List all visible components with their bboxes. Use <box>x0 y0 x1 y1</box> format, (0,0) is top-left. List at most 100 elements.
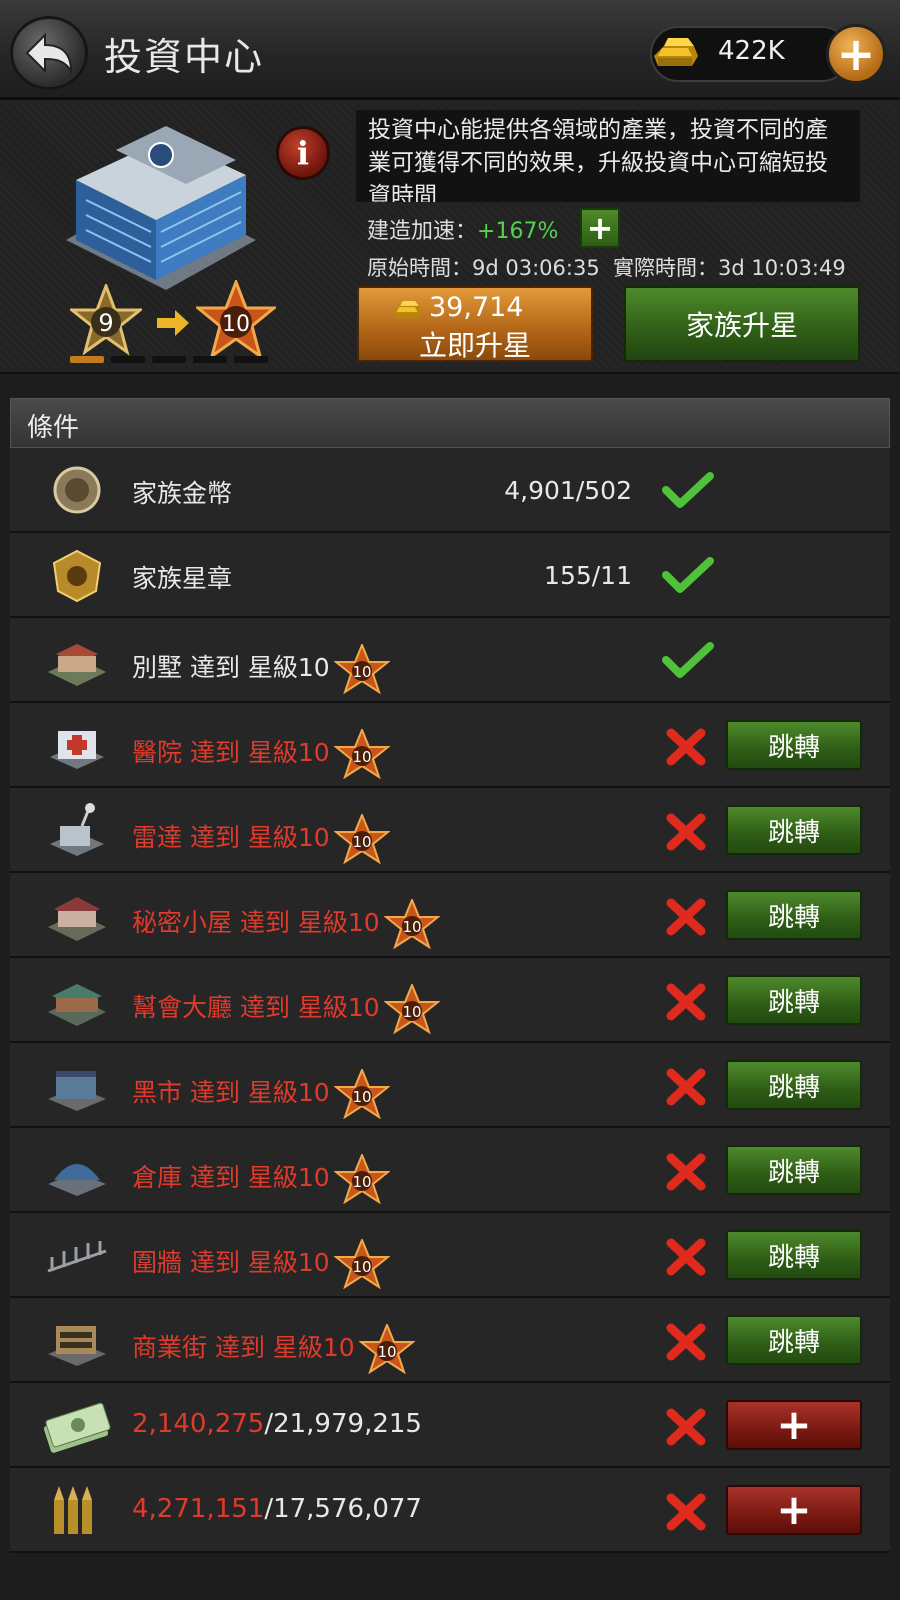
conditions-header: 條件 <box>10 398 890 448</box>
conditions-title: 條件 <box>27 413 80 443</box>
jump-button[interactable]: 跳轉 <box>726 1060 862 1110</box>
condition-name: 別墅 達到 星級10 <box>132 653 330 682</box>
back-button[interactable] <box>10 16 88 90</box>
gold-ingot-icon <box>394 300 422 319</box>
current-star-label: 9 <box>98 309 113 337</box>
condition-label: 家族金幣 <box>132 474 232 510</box>
cross-icon <box>666 728 706 766</box>
condition-label: 家族星章 <box>132 559 232 595</box>
cross-icon <box>666 1153 706 1191</box>
svg-text:10: 10 <box>377 1343 396 1361</box>
info-button[interactable]: i <box>276 126 330 180</box>
condition-count: 4,901/502 <box>504 476 632 505</box>
building-description: 投資中心能提供各領域的產業，投資不同的產業可獲得不同的效果，升級投資中心可縮短投… <box>356 110 860 202</box>
next-star-badge: 10 <box>196 280 276 360</box>
jump-button[interactable]: 跳轉 <box>726 890 862 940</box>
villa-icon <box>48 644 106 686</box>
jump-button[interactable]: 跳轉 <box>726 975 862 1025</box>
resource-current: 2,140,275 <box>132 1409 265 1439</box>
family-upgrade-button[interactable]: 家族升星 <box>624 286 860 362</box>
condition-row: 倉庫 達到 星級10 10 跳轉 <box>10 1128 890 1213</box>
svg-text:10: 10 <box>352 1173 371 1191</box>
build-speed: 建造加速：+167% <box>367 213 558 245</box>
speed-label: 建造加速： <box>367 219 478 244</box>
resource-amount: 2,140,275/21,979,215 <box>132 1409 422 1439</box>
condition-name: 醫院 達到 星級10 <box>132 738 330 767</box>
svg-text:10: 10 <box>352 748 371 766</box>
business-street-icon <box>48 1326 106 1366</box>
condition-row: 家族金幣 4,901/502 <box>10 448 890 533</box>
check-icon <box>662 472 714 508</box>
jump-button[interactable]: 跳轉 <box>726 1315 862 1365</box>
condition-name: 圍牆 達到 星級10 <box>132 1248 330 1277</box>
svg-text:10: 10 <box>352 663 371 681</box>
plus-icon: + <box>586 209 614 247</box>
condition-name: 家族金幣 <box>132 479 233 508</box>
add-speed-button[interactable]: + <box>580 208 620 248</box>
condition-label: 圍牆 達到 星級10 10 <box>132 1239 390 1289</box>
resource-required: /21,979,215 <box>264 1409 422 1439</box>
page-title: 投資中心 <box>104 35 265 79</box>
cross-icon <box>666 1238 706 1276</box>
condition-name: 秘密小屋 達到 星級10 <box>132 908 380 937</box>
condition-row: 黑市 達到 星級10 10 跳轉 <box>10 1043 890 1128</box>
family-coin-icon <box>53 466 101 514</box>
condition-label: 黑市 達到 星級10 10 <box>132 1069 390 1119</box>
star-level-badge: 10 <box>383 984 440 1034</box>
condition-name: 商業街 達到 星級10 <box>132 1333 355 1362</box>
condition-label: 醫院 達到 星級10 10 <box>132 729 390 779</box>
star-level-badge: 10 <box>333 814 390 864</box>
star-level-badge: 10 <box>333 1239 390 1289</box>
condition-row: 雷達 達到 星級10 10 跳轉 <box>10 788 890 873</box>
condition-label: 幫會大廳 達到 星級10 10 <box>132 984 440 1034</box>
condition-count: 155/11 <box>544 561 632 590</box>
arrow-right-icon <box>157 310 189 336</box>
add-gold-button[interactable]: + <box>826 24 886 84</box>
gold-amount: 422K <box>718 36 785 66</box>
upgrade-cost: 39,714 <box>429 292 524 323</box>
time-info: 原始時間：9d 03:06:35 實際時間：3d 10:03:49 <box>367 252 846 282</box>
cross-icon <box>666 813 706 851</box>
condition-label: 雷達 達到 星級10 10 <box>132 814 390 864</box>
investment-center-building-icon <box>66 126 256 290</box>
gold-ingot-icon <box>654 38 698 66</box>
cross-icon <box>666 1068 706 1106</box>
condition-label: 別墅 達到 星級10 10 <box>132 644 390 694</box>
condition-label: 倉庫 達到 星級10 10 <box>132 1154 390 1204</box>
condition-row: 幫會大廳 達到 星級10 10 跳轉 <box>10 958 890 1043</box>
actual-time: 3d 10:03:49 <box>718 256 846 280</box>
warehouse-icon <box>48 1164 106 1196</box>
jump-button[interactable]: 跳轉 <box>726 1230 862 1280</box>
jump-button[interactable]: 跳轉 <box>726 805 862 855</box>
condition-label: 商業街 達到 星級10 10 <box>132 1324 415 1374</box>
add-resource-button[interactable]: + <box>726 1400 862 1450</box>
star-level-badge: 10 <box>358 1324 415 1374</box>
jump-button[interactable]: 跳轉 <box>726 1145 862 1195</box>
conditions-list: 家族金幣 4,901/502 家族星章 155/11 別墅 達到 星級10 10 醫院 達到… <box>10 448 890 1553</box>
resource-required: /17,576,077 <box>264 1494 422 1524</box>
star-level-badge: 10 <box>333 644 390 694</box>
next-star-label: 10 <box>222 312 250 337</box>
condition-name: 倉庫 達到 星級10 <box>132 1163 330 1192</box>
add-resource-button[interactable]: + <box>726 1485 862 1535</box>
svg-text:10: 10 <box>352 1258 371 1276</box>
svg-text:10: 10 <box>352 1088 371 1106</box>
condition-row: 圍牆 達到 星級10 10 跳轉 <box>10 1213 890 1298</box>
upgrade-now-label: 立即升星 <box>418 329 531 362</box>
check-icon <box>662 642 714 678</box>
condition-row: 別墅 達到 星級10 10 <box>10 618 890 703</box>
speed-value: +167% <box>477 219 559 244</box>
condition-name: 黑市 達到 星級10 <box>132 1078 330 1107</box>
hospital-icon <box>50 731 104 769</box>
star-level-badge: 10 <box>333 729 390 779</box>
svg-text:10: 10 <box>402 1003 421 1021</box>
star-progress <box>70 356 268 363</box>
star-level-badge: 10 <box>383 899 440 949</box>
family-medal-icon <box>52 549 102 603</box>
back-arrow-icon <box>25 32 73 75</box>
info-icon: i <box>296 134 310 172</box>
cross-icon <box>666 1408 706 1446</box>
cross-icon <box>666 1493 706 1531</box>
jump-button[interactable]: 跳轉 <box>726 720 862 770</box>
upgrade-now-button[interactable]: 39,714 立即升星 <box>357 286 593 362</box>
